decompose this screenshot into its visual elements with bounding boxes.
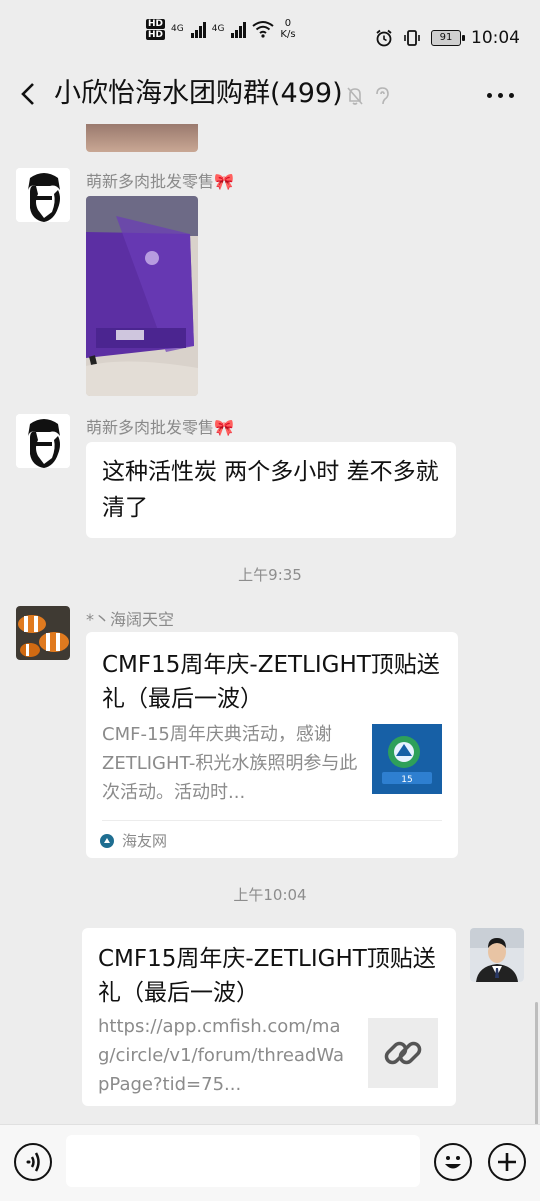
chat-status-icons [346, 86, 390, 106]
svg-text:15: 15 [401, 775, 412, 785]
avatar[interactable] [16, 414, 70, 468]
status-bar: HD HD 4G 4G 0 K/s 91 10:04 [0, 0, 540, 64]
chat-title: 小欣怡海水团购群(499) [54, 78, 343, 109]
man-in-suit-avatar-icon [470, 928, 524, 982]
network-type-2: 4G [211, 24, 225, 34]
wifi-icon [252, 21, 275, 38]
bearded-man-avatar-icon [16, 414, 70, 468]
anniversary-logo-icon: 15 [372, 724, 442, 794]
network-speed: 0 K/s [280, 18, 295, 40]
signal-strength-icon [190, 20, 206, 38]
source-name: 海友网 [122, 832, 168, 850]
link-card-url: https://app.cmfish.com/mag/circle/v1/for… [98, 1016, 345, 1095]
status-left: HD HD 4G 4G 0 K/s [146, 18, 296, 40]
message-text: 这种活性炭 两个多小时 差不多就清了 [102, 459, 439, 521]
alarm-icon [376, 29, 392, 47]
speed-value: 0 [284, 18, 292, 29]
timestamp: 上午9:35 [238, 566, 302, 584]
hd-label-1: HD [146, 18, 166, 29]
signal-strength-icon-2 [231, 20, 247, 38]
link-chain-icon [384, 1041, 422, 1065]
source-logo-icon [100, 833, 114, 848]
dot-icon [509, 93, 514, 98]
avatar[interactable] [16, 168, 70, 222]
input-bar [0, 1124, 540, 1201]
card-divider [102, 820, 442, 821]
text-message-bubble[interactable]: 这种活性炭 两个多小时 差不多就清了 [86, 442, 456, 538]
voice-wave-icon [26, 1152, 40, 1172]
dot-icon [487, 93, 492, 98]
message-list[interactable]: 萌新多肉批发零售🎀 萌新多肉批发零售🎀 这种活性炭 两个多小时 差不多就清了 上… [0, 124, 540, 1124]
hd-indicator: HD HD [146, 18, 166, 40]
plus-icon [498, 1153, 516, 1171]
message-input[interactable] [66, 1135, 420, 1187]
link-card-title: CMF15周年庆-ZETLIGHT顶贴送礼（最后一波） [102, 652, 440, 712]
image-message[interactable] [86, 196, 198, 396]
bearded-man-avatar-icon [16, 168, 70, 222]
sender-name: 萌新多肉批发零售🎀 [86, 418, 234, 437]
hd-label-2: HD [146, 29, 166, 40]
speed-unit: K/s [280, 29, 296, 40]
link-card-description: CMF-15周年庆典活动，感谢ZETLIGHT-积光水族照明参与此次活动。活动时… [102, 724, 358, 803]
mute-bell-icon [347, 87, 363, 105]
previous-image-message[interactable] [86, 124, 198, 152]
photo-thumbnail [86, 196, 198, 396]
sender-name: *丶海阔天空 [86, 610, 175, 629]
more-options-button[interactable] [487, 82, 514, 98]
dot-icon [498, 93, 503, 98]
scrollbar[interactable] [535, 1002, 538, 1124]
clownfish-avatar-icon [16, 606, 70, 660]
link-card-title: CMF15周年庆-ZETLIGHT顶贴送礼（最后一波） [98, 946, 436, 1006]
link-card-thumbnail: 15 [372, 724, 442, 794]
sender-name: 萌新多肉批发零售🎀 [86, 172, 234, 191]
vibrate-icon [404, 30, 420, 46]
avatar[interactable] [16, 606, 70, 660]
more-functions-button[interactable] [488, 1143, 526, 1181]
voice-input-button[interactable] [14, 1143, 52, 1181]
sent-link-card-message[interactable]: CMF15周年庆-ZETLIGHT顶贴送礼（最后一波） https://app.… [82, 928, 456, 1106]
emoji-button[interactable] [434, 1143, 472, 1181]
link-card-message[interactable]: CMF15周年庆-ZETLIGHT顶贴送礼（最后一波） CMF-15周年庆典活动… [86, 632, 458, 858]
link-card-source: 海友网 [100, 830, 167, 851]
smiley-icon [445, 1156, 461, 1169]
my-avatar[interactable] [470, 928, 524, 982]
timestamp: 上午10:04 [233, 886, 307, 904]
earpiece-icon [376, 87, 389, 105]
clock: 10:04 [471, 28, 520, 48]
network-type-1: 4G [171, 24, 184, 34]
back-arrow-icon[interactable] [18, 82, 38, 106]
battery-icon: 91 [431, 30, 465, 46]
chat-header: 小欣怡海水团购群(499) [0, 64, 540, 124]
link-card-thumbnail [368, 1018, 438, 1088]
status-right: 91 10:04 [375, 28, 520, 48]
